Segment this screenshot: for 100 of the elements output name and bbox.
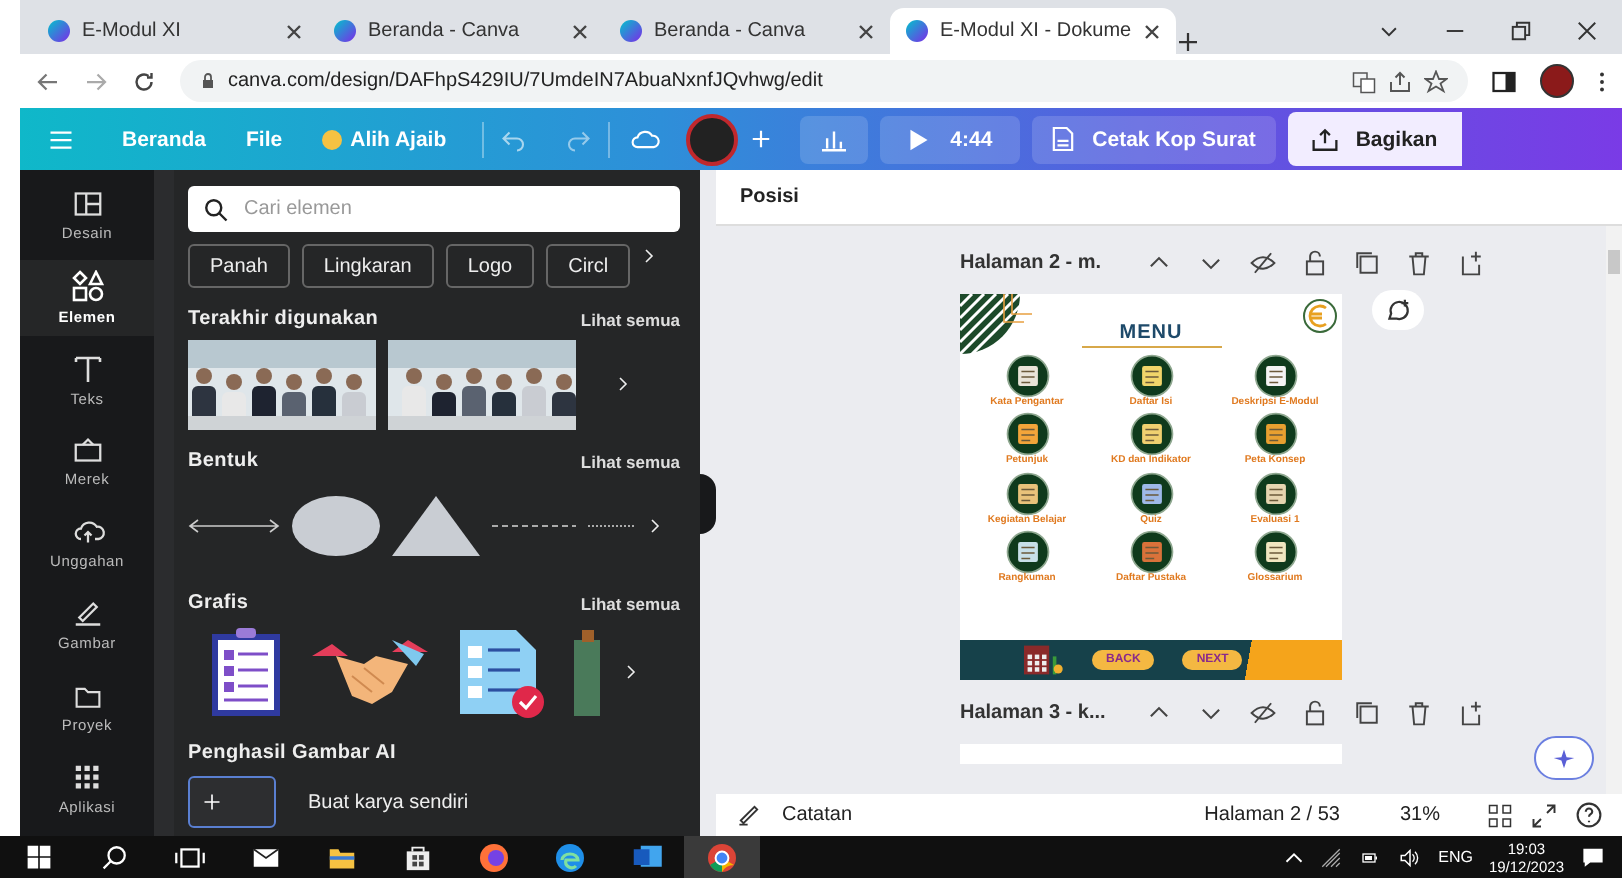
close-icon	[1576, 20, 1598, 42]
round-logo-icon	[706, 841, 738, 873]
browser-tab[interactable]: Beranda - Canva	[604, 8, 890, 54]
section-title: Terakhir digunakan	[188, 308, 379, 330]
close-icon	[858, 23, 874, 39]
wifi-icon	[1320, 847, 1343, 867]
back-icon	[36, 69, 60, 93]
menu-icon	[48, 127, 74, 151]
speaker-icon	[1398, 847, 1423, 867]
menu-icon	[1005, 471, 1049, 516]
trash-icon	[1406, 249, 1432, 275]
menu-icon	[1005, 412, 1049, 457]
play-icon	[908, 127, 931, 151]
plus-icon	[750, 128, 773, 150]
menu-icon	[1005, 354, 1049, 398]
filter-chip[interactable]: Panah	[188, 244, 290, 288]
collaborator-avatar[interactable]	[686, 113, 739, 165]
see-all-link[interactable]: Lihat semua	[580, 593, 680, 613]
redo-icon	[564, 127, 593, 151]
envelope-icon	[248, 843, 284, 871]
forward-icon	[84, 69, 108, 93]
filter-chip[interactable]: Logo	[445, 244, 535, 288]
lock-icon	[1302, 699, 1328, 725]
clipboard-checklist-icon	[208, 626, 284, 718]
double-arrow-shape-icon	[188, 518, 280, 534]
circle-shape-icon	[292, 496, 380, 556]
present-button[interactable]: 4:44	[880, 115, 1021, 163]
pen-notes-icon	[736, 804, 762, 826]
taskbar-app[interactable]	[684, 836, 760, 878]
section-title: Grafis	[188, 592, 249, 614]
eye-off-icon	[1250, 699, 1276, 725]
insights-button[interactable]	[800, 115, 869, 163]
fullscreen-icon	[1532, 803, 1556, 827]
search-icon	[204, 197, 228, 221]
page-counter[interactable]: Halaman 2 / 53	[1204, 804, 1340, 826]
see-all-link[interactable]: Lihat semua	[580, 309, 680, 329]
see-all-link[interactable]: Lihat semua	[580, 451, 680, 471]
text-icon	[71, 352, 103, 384]
folder-icon	[324, 843, 360, 871]
filter-chip[interactable]: Lingkaran	[301, 244, 434, 288]
translate-icon	[1352, 69, 1376, 93]
page-title: Halaman 3 - k...	[960, 701, 1108, 723]
scrollbar-thumb[interactable]	[1608, 250, 1620, 274]
share-icon	[1388, 69, 1412, 93]
browser-tab[interactable]: Beranda - Canva	[318, 8, 604, 54]
zoom-level[interactable]: 31%	[1399, 804, 1440, 826]
coin-logo-icon	[1302, 298, 1338, 334]
share-button[interactable]: Bagikan	[1287, 112, 1462, 166]
language-indicator[interactable]: ENG	[1438, 848, 1473, 866]
browser-tab[interactable]: E-Modul XI - Dokume	[890, 8, 1176, 54]
notes-button[interactable]: Catatan	[782, 804, 853, 826]
print-button[interactable]: Cetak Kop Surat	[1032, 115, 1276, 163]
chevron-up-icon	[1284, 847, 1305, 867]
create-button[interactable]	[188, 776, 276, 828]
shapes-icon	[71, 270, 103, 302]
document-icon	[1052, 126, 1075, 152]
triangle-shape-icon	[392, 496, 480, 556]
close-icon	[1144, 23, 1160, 39]
document-app-icon	[628, 843, 664, 871]
lock-icon	[1302, 249, 1328, 275]
shopping-bag-icon	[402, 842, 434, 872]
lock-icon	[200, 72, 216, 90]
section-title: Bentuk	[188, 450, 259, 472]
task-view-icon	[174, 845, 206, 869]
battery-icon	[1358, 849, 1383, 865]
position-label[interactable]: Posisi	[740, 186, 799, 208]
sparkle-icon	[1550, 746, 1578, 770]
duplicate-icon	[1354, 699, 1380, 725]
menu-icon	[1129, 354, 1173, 398]
grid-icon	[73, 764, 101, 792]
undo-icon	[500, 127, 529, 151]
browser-tab[interactable]: E-Modul XI	[32, 8, 318, 54]
collapse-handle[interactable]	[700, 473, 716, 533]
assistant-button[interactable]	[1534, 736, 1594, 780]
filter-chip[interactable]: Circl	[546, 244, 631, 288]
chevron-right-icon	[616, 372, 632, 396]
bar-chart-icon	[820, 127, 849, 151]
chevron-right-icon	[624, 660, 640, 684]
close-icon	[286, 23, 302, 39]
add-comment-button[interactable]	[1372, 290, 1424, 330]
upload-icon	[1311, 127, 1338, 151]
pen-icon	[71, 600, 103, 628]
sidebar-icon	[1492, 69, 1516, 93]
add-page-icon	[1458, 249, 1484, 275]
address-bar[interactable]: canva.com/design/DAFhpS429IU/7UmdeIN7AbuaNxnfJQvhwg/edit	[180, 60, 1468, 102]
help-icon	[1576, 802, 1602, 828]
restore-icon	[1510, 20, 1532, 42]
checklist-document-icon	[456, 626, 548, 718]
page-title: Halaman 2 - m.	[960, 251, 1104, 273]
profile-avatar[interactable]	[1540, 64, 1574, 98]
folder-icon	[71, 683, 103, 709]
menu-icon	[1129, 530, 1173, 575]
calculator-drawing	[1020, 642, 1064, 678]
cloud-upload-icon	[69, 518, 105, 546]
star-icon	[1424, 69, 1448, 93]
menu-icon	[1005, 530, 1049, 575]
plus-icon	[202, 792, 222, 812]
comment-plus-icon	[1384, 298, 1412, 322]
scrollbar[interactable]	[154, 170, 174, 836]
reload-icon	[132, 69, 156, 93]
